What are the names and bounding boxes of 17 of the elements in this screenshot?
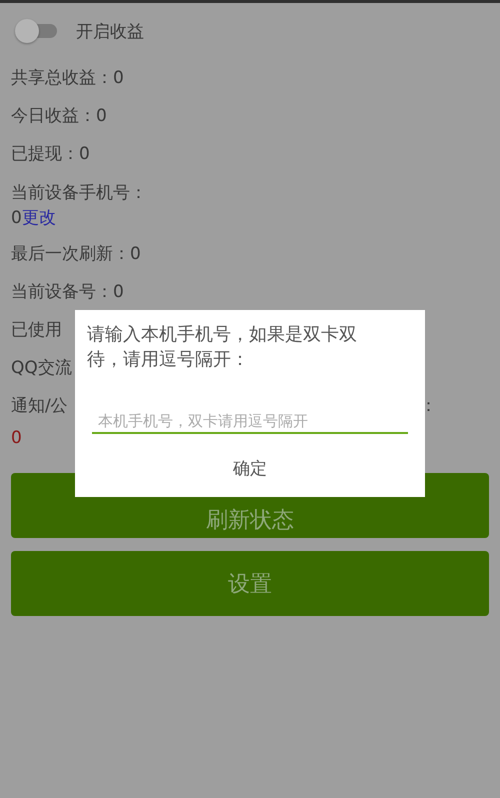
stat-text: 最后一次刷新：0: [11, 243, 141, 266]
phone-value: 0: [11, 208, 22, 228]
dialog-message: 请输入本机手机号，如果是双卡双待，请用逗号隔开：: [87, 323, 358, 372]
stat-text: 已使用: [11, 319, 62, 342]
action-button[interactable]: 设置: [11, 551, 489, 616]
notice-colon: ：: [420, 395, 437, 418]
toggle-switch[interactable]: [15, 19, 59, 43]
change-link[interactable]: 更改: [22, 208, 56, 228]
stat-text: 共享总收益：0: [11, 67, 124, 90]
stat-text: QQ交流: [11, 357, 72, 380]
notice-label: 通知/公: [11, 395, 68, 418]
stat-text: 已提现：0: [11, 143, 90, 166]
stat-text: 今日收益：0: [11, 105, 107, 128]
switch-label: 开启收益: [76, 20, 144, 42]
phone-label: 当前设备手机号：: [11, 182, 148, 205]
stat-text: 当前设备号：0: [11, 281, 124, 304]
notice-value: 0: [11, 427, 22, 450]
